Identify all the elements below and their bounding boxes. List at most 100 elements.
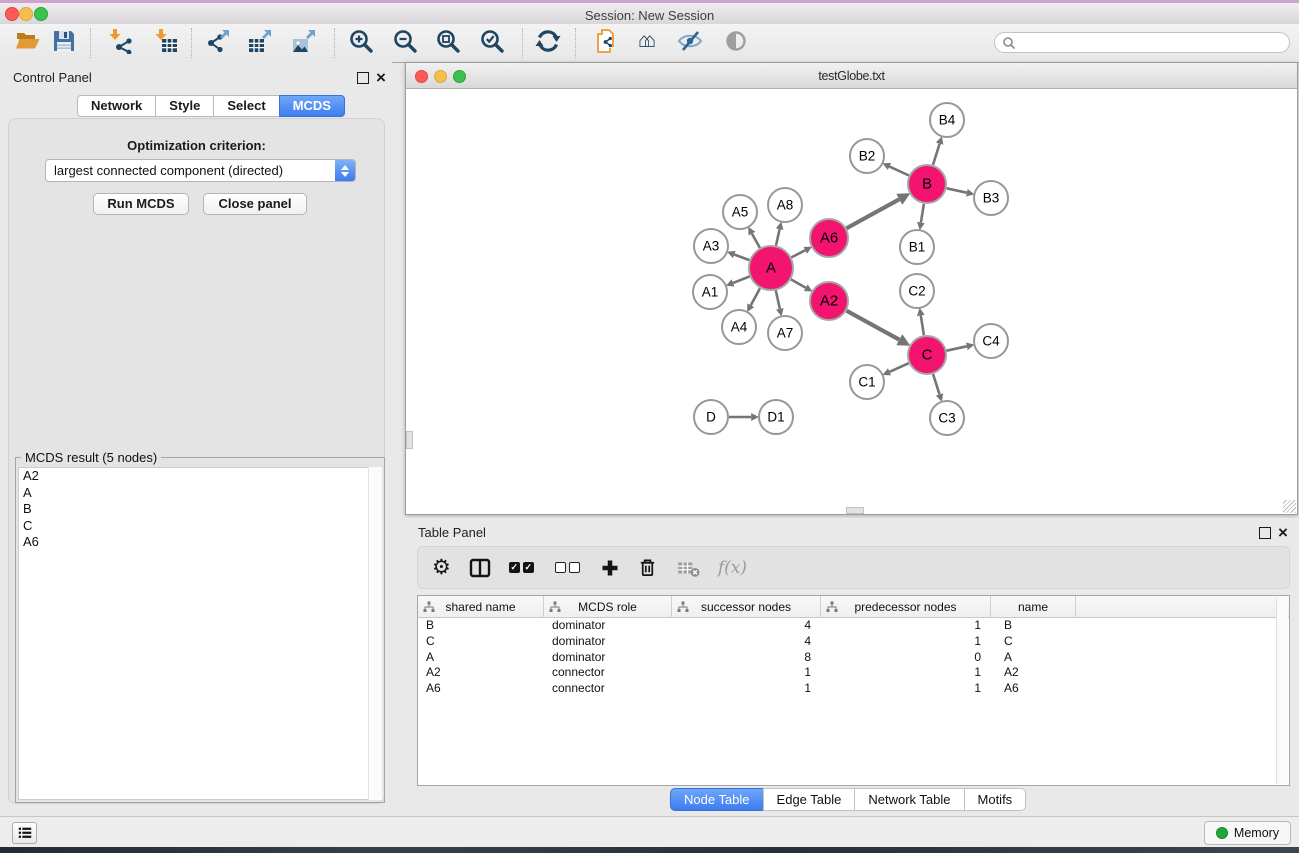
table-row[interactable]: A6connector11A6 bbox=[418, 681, 1289, 697]
graph-edge-A-A4[interactable] bbox=[751, 288, 760, 305]
table-settings-icon[interactable]: ⚙ bbox=[432, 557, 451, 579]
float-panel-icon[interactable] bbox=[357, 72, 369, 84]
show-all-icon[interactable] bbox=[723, 28, 749, 54]
graph-edge-A-A1[interactable] bbox=[733, 276, 750, 283]
table-cell[interactable]: C bbox=[991, 634, 1076, 650]
table-cell[interactable]: B bbox=[991, 618, 1076, 634]
graph-edge-A6-B[interactable] bbox=[847, 199, 900, 228]
graph-edge-C-C1[interactable] bbox=[890, 363, 909, 372]
add-column-icon[interactable] bbox=[601, 559, 619, 577]
delete-table-icon[interactable] bbox=[676, 556, 700, 580]
mcds-result-item[interactable]: C bbox=[19, 518, 381, 535]
column-header-predecessor-nodes[interactable]: predecessor nodes bbox=[821, 596, 991, 618]
table-cell[interactable]: C bbox=[418, 634, 544, 650]
tab-select[interactable]: Select bbox=[213, 95, 279, 117]
table-row[interactable]: Bdominator41B bbox=[418, 618, 1289, 634]
table-cell[interactable]: 4 bbox=[672, 634, 821, 650]
graph-edge-B-B3[interactable] bbox=[947, 188, 967, 192]
table-cell[interactable]: A2 bbox=[991, 665, 1076, 681]
graph-edge-C-C2[interactable] bbox=[921, 316, 924, 336]
optimization-criterion-select[interactable]: largest connected component (directed) bbox=[45, 159, 356, 182]
import-network-icon[interactable] bbox=[107, 28, 133, 54]
network-window-titlebar[interactable]: testGlobe.txt bbox=[406, 63, 1297, 89]
search-input[interactable] bbox=[1020, 35, 1289, 51]
run-mcds-button[interactable]: Run MCDS bbox=[93, 193, 189, 215]
deselect-all-columns-icon[interactable] bbox=[555, 562, 583, 573]
table-row[interactable]: A2connector11A2 bbox=[418, 665, 1289, 681]
mcds-result-item[interactable]: A6 bbox=[19, 534, 381, 551]
table-cell[interactable]: 4 bbox=[672, 618, 821, 634]
close-panel-button[interactable]: Close panel bbox=[203, 193, 307, 215]
search-field[interactable] bbox=[994, 32, 1290, 53]
table-row[interactable]: Adominator80A bbox=[418, 650, 1289, 666]
zoom-in-icon[interactable] bbox=[348, 28, 374, 54]
graph-edge-A-A7[interactable] bbox=[776, 291, 780, 309]
graph-edge-B-B4[interactable] bbox=[933, 144, 940, 165]
network-canvas[interactable]: AA6A2BCA5A8A3A1A4A7B4B2B3B1C2C4C1C3DD1 bbox=[406, 89, 1297, 514]
duplicate-network-icon[interactable] bbox=[592, 28, 618, 54]
close-panel-icon[interactable]: × bbox=[376, 72, 386, 84]
table-cell[interactable]: dominator bbox=[544, 634, 672, 650]
column-header-shared-name[interactable]: shared name bbox=[418, 596, 544, 618]
table-cell[interactable]: connector bbox=[544, 681, 672, 697]
table-cell[interactable]: A bbox=[991, 650, 1076, 666]
mcds-result-item[interactable]: A2 bbox=[19, 468, 381, 485]
float-table-panel-icon[interactable] bbox=[1259, 527, 1271, 539]
export-table-icon[interactable] bbox=[247, 28, 273, 54]
column-header-name[interactable]: name bbox=[991, 596, 1076, 618]
table-cell[interactable]: 1 bbox=[821, 665, 991, 681]
column-header-MCDS-role[interactable]: MCDS role bbox=[544, 596, 672, 618]
graph-edge-B-B1[interactable] bbox=[921, 204, 924, 223]
table-cell[interactable]: 1 bbox=[821, 634, 991, 650]
titlebar[interactable]: Session: New Session bbox=[0, 3, 1299, 25]
tab-network[interactable]: Network bbox=[77, 95, 156, 117]
network-graph[interactable]: AA6A2BCA5A8A3A1A4A7B4B2B3B1C2C4C1C3DD1 bbox=[406, 89, 1297, 514]
memory-button[interactable]: Memory bbox=[1204, 821, 1291, 845]
function-builder-icon[interactable]: f(x) bbox=[718, 558, 747, 578]
graph-edge-A-A2[interactable] bbox=[791, 279, 806, 287]
zoom-out-icon[interactable] bbox=[392, 28, 418, 54]
mcds-result-list[interactable]: A2ABCA6 bbox=[18, 467, 382, 800]
table-cell[interactable]: A bbox=[418, 650, 544, 666]
mcds-result-item[interactable]: B bbox=[19, 501, 381, 518]
table-cell[interactable]: dominator bbox=[544, 618, 672, 634]
tab-network-table[interactable]: Network Table bbox=[854, 788, 964, 811]
graph-edge-B-B2[interactable] bbox=[890, 167, 909, 176]
table-scrollbar[interactable] bbox=[1276, 597, 1288, 784]
table-cell[interactable]: 1 bbox=[672, 665, 821, 681]
column-header-successor-nodes[interactable]: successor nodes bbox=[672, 596, 821, 618]
table-cell[interactable]: 8 bbox=[672, 650, 821, 666]
graph-edge-A-A6[interactable] bbox=[791, 250, 805, 257]
mcds-list-scrollbar[interactable] bbox=[368, 467, 382, 800]
table-cell[interactable]: 1 bbox=[821, 618, 991, 634]
tab-node-table[interactable]: Node Table bbox=[670, 788, 764, 811]
table-cell[interactable]: A6 bbox=[991, 681, 1076, 697]
tab-style[interactable]: Style bbox=[155, 95, 214, 117]
select-stepper-icon[interactable] bbox=[335, 160, 355, 181]
graph-edge-A-A5[interactable] bbox=[752, 234, 760, 248]
save-session-icon[interactable] bbox=[51, 28, 77, 54]
tab-edge-table[interactable]: Edge Table bbox=[763, 788, 856, 811]
graph-edge-A-A8[interactable] bbox=[776, 229, 780, 245]
export-image-icon[interactable] bbox=[291, 28, 317, 54]
table-cell[interactable]: B bbox=[418, 618, 544, 634]
table-cell[interactable]: dominator bbox=[544, 650, 672, 666]
tab-mcds[interactable]: MCDS bbox=[279, 95, 345, 117]
task-history-button[interactable] bbox=[12, 822, 37, 844]
table-cell[interactable]: A6 bbox=[418, 681, 544, 697]
export-network-icon[interactable] bbox=[205, 28, 231, 54]
tab-motifs[interactable]: Motifs bbox=[964, 788, 1027, 811]
mcds-result-item[interactable]: A bbox=[19, 485, 381, 502]
table-cell[interactable]: A2 bbox=[418, 665, 544, 681]
hide-selected-icon[interactable] bbox=[677, 28, 703, 54]
zoom-fit-icon[interactable] bbox=[435, 28, 461, 54]
split-columns-icon[interactable] bbox=[469, 557, 491, 579]
select-all-columns-icon[interactable]: ✓✓ bbox=[509, 562, 537, 573]
graph-edge-C-C3[interactable] bbox=[933, 374, 939, 394]
delete-column-icon[interactable] bbox=[637, 557, 658, 578]
graph-edge-A2-C[interactable] bbox=[847, 311, 900, 340]
import-table-icon[interactable] bbox=[153, 28, 179, 54]
table-row[interactable]: Cdominator41C bbox=[418, 634, 1289, 650]
table-cell[interactable]: 1 bbox=[672, 681, 821, 697]
graph-edge-C-C4[interactable] bbox=[947, 346, 967, 350]
